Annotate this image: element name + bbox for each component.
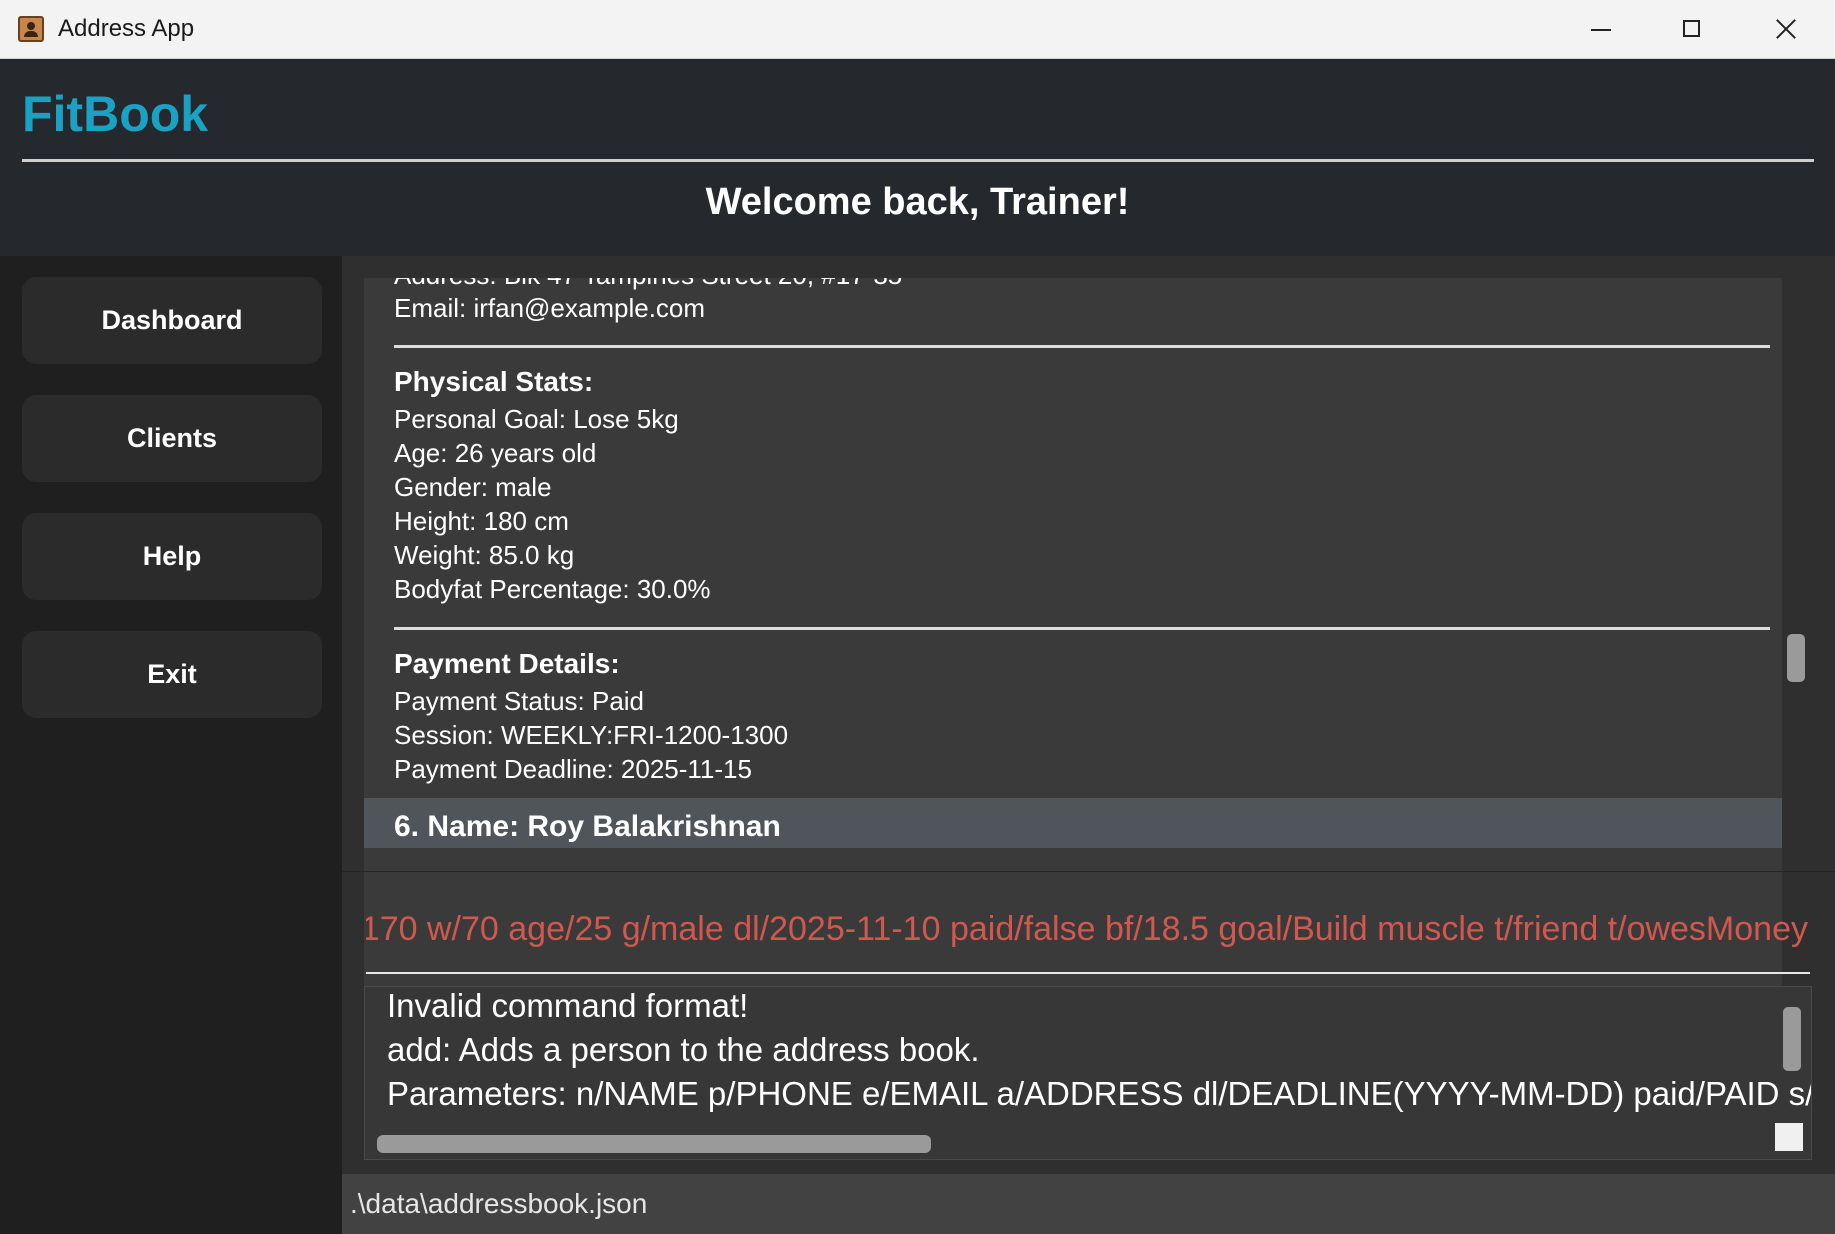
person-weight: Weight: 85.0 kg xyxy=(394,540,575,570)
sidebar-item-help[interactable]: Help xyxy=(22,513,322,600)
sidebar-item-dashboard[interactable]: Dashboard xyxy=(22,277,322,364)
card-divider xyxy=(394,627,1770,630)
brand-logo: FitBook xyxy=(22,86,209,142)
status-bar: .\data\addressbook.json xyxy=(342,1174,1835,1234)
session-schedule: Session: WEEKLY:FRI-1200-1300 xyxy=(394,720,789,750)
payment-deadline: Payment Deadline: 2025-11-15 xyxy=(394,754,752,784)
command-text: 170 w/70 age/25 g/male dl/2025-11-10 pai… xyxy=(366,909,1808,948)
result-display[interactable]: Invalid command format! add: Adds a pers… xyxy=(364,986,1812,1160)
person-address: Address: Blk 47 Tampines Street 20, #17-… xyxy=(394,278,902,291)
payment-details-title: Payment Details: xyxy=(394,648,620,679)
person-email: Email: irfan@example.com xyxy=(394,293,706,323)
window-titlebar: Address App xyxy=(0,0,1835,59)
person-height: Height: 180 cm xyxy=(394,506,569,536)
result-line: Parameters: n/NAME p/PHONE e/EMAIL a/ADD… xyxy=(387,1075,1812,1112)
close-button[interactable] xyxy=(1750,6,1820,52)
result-line: Invalid command format! xyxy=(387,987,749,1024)
sidebar: Dashboard Clients Help Exit xyxy=(0,256,342,1234)
command-input[interactable]: 170 w/70 age/25 g/male dl/2025-11-10 pai… xyxy=(366,886,1810,974)
person-gender: Gender: male xyxy=(394,472,552,502)
header-divider xyxy=(22,159,1814,162)
maximize-button[interactable] xyxy=(1657,6,1727,52)
result-line: add: Adds a person to the address book. xyxy=(387,1031,980,1068)
person-age: Age: 26 years old xyxy=(394,438,597,468)
sidebar-item-exit[interactable]: Exit xyxy=(22,631,322,718)
card-divider xyxy=(394,345,1770,348)
data-file-path: .\data\addressbook.json xyxy=(350,1188,648,1219)
app-header: FitBook Welcome back, Trainer! xyxy=(0,59,1835,256)
list-item[interactable]: 6. Name: Roy Balakrishnan xyxy=(364,798,1782,848)
person-name: 6. Name: Roy Balakrishnan xyxy=(394,810,781,843)
main-panel: Address: Blk 47 Tampines Street 20, #17-… xyxy=(342,256,1835,1234)
payment-status: Payment Status: Paid xyxy=(394,686,645,716)
person-bodyfat: Bodyfat Percentage: 30.0% xyxy=(394,574,711,604)
sidebar-item-clients[interactable]: Clients xyxy=(22,395,322,482)
scrollbar-corner xyxy=(1775,1123,1803,1151)
window-title: Address App xyxy=(58,15,195,42)
result-horizontal-scrollbar[interactable] xyxy=(377,1135,931,1153)
result-vertical-scrollbar[interactable] xyxy=(1783,1007,1801,1071)
command-divider xyxy=(342,871,1835,872)
list-scrollbar[interactable] xyxy=(1787,634,1805,682)
person-list[interactable]: Address: Blk 47 Tampines Street 20, #17-… xyxy=(364,278,1782,1103)
welcome-message: Welcome back, Trainer! xyxy=(705,181,1130,223)
physical-stats-title: Physical Stats: xyxy=(394,366,594,397)
minimize-button[interactable] xyxy=(1565,6,1635,52)
personal-goal: Personal Goal: Lose 5kg xyxy=(394,404,679,434)
address-book-icon xyxy=(18,16,44,42)
